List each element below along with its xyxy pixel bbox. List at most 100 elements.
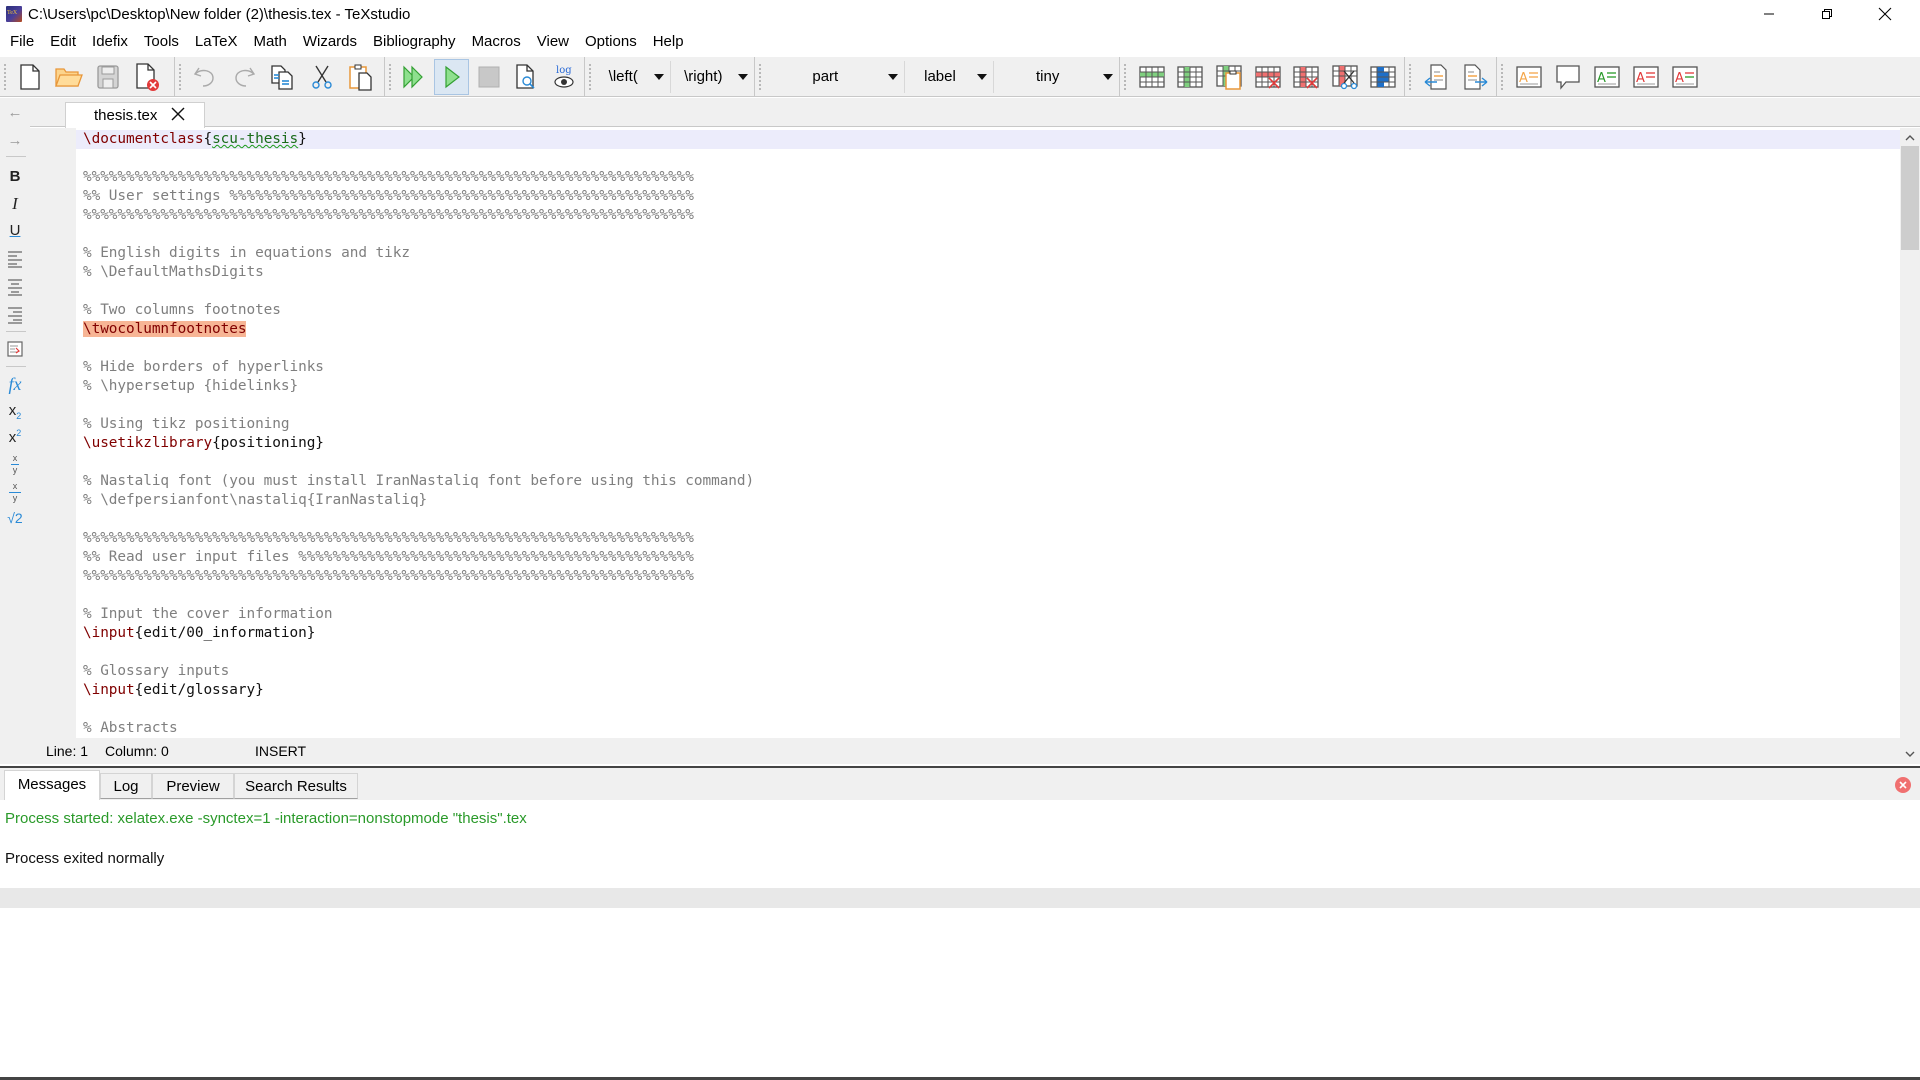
code-line[interactable]: %% Read user input files %%%%%%%%%%%%%%%… (76, 548, 1900, 567)
tab-log[interactable]: Log (100, 773, 152, 799)
font-size-select[interactable]: tiny (994, 61, 1119, 93)
code-line[interactable]: % Hide borders of hyperlinks (76, 358, 1900, 377)
code-line[interactable] (76, 643, 1900, 662)
display-fraction-button[interactable]: x y (0, 482, 30, 503)
code-line[interactable]: % Input the cover information (76, 605, 1900, 624)
insert-mode-indicator[interactable]: INSERT (255, 743, 306, 759)
forward-arrow-button[interactable]: → (0, 132, 30, 149)
tab-thesis-tex[interactable]: thesis.tex (65, 102, 205, 128)
review-delete-button[interactable]: A (1628, 59, 1664, 95)
reference-select[interactable]: label (905, 60, 995, 93)
scrollbar-thumb[interactable] (1901, 146, 1919, 250)
code-line[interactable] (76, 700, 1900, 719)
editor-vertical-scrollbar[interactable] (1900, 128, 1920, 764)
undo-button[interactable] (187, 59, 223, 95)
code-line[interactable]: \usetikzlibrary{positioning} (76, 434, 1900, 453)
open-file-button[interactable] (51, 59, 87, 95)
code-line[interactable]: % \hypersetup {hidelinks} (76, 377, 1900, 396)
align-right-button[interactable] (0, 306, 30, 328)
fraction-button[interactable]: x y (0, 454, 30, 475)
close-file-button[interactable] (129, 59, 165, 95)
restore-button[interactable] (1804, 0, 1850, 28)
view-log-button[interactable]: log (547, 59, 581, 95)
bold-button[interactable]: B (0, 168, 30, 185)
code-line[interactable]: %%%%%%%%%%%%%%%%%%%%%%%%%%%%%%%%%%%%%%%%… (76, 529, 1900, 548)
code-line[interactable] (76, 225, 1900, 244)
code-line[interactable]: % Glossary inputs (76, 662, 1900, 681)
review-comment-button[interactable] (1550, 59, 1586, 95)
add-row-button[interactable] (1134, 59, 1170, 95)
stop-button[interactable] (472, 59, 506, 95)
code-line[interactable] (76, 453, 1900, 472)
menu-wizards[interactable]: Wizards (297, 30, 367, 54)
paste-column-button[interactable] (1211, 59, 1247, 95)
align-columns-button[interactable] (1365, 59, 1401, 95)
tab-messages[interactable]: Messages (4, 770, 100, 800)
align-left-button[interactable] (0, 250, 30, 272)
code-line[interactable]: %%%%%%%%%%%%%%%%%%%%%%%%%%%%%%%%%%%%%%%%… (76, 206, 1900, 225)
review-insert-button[interactable]: A (1511, 59, 1547, 95)
code-line[interactable] (76, 586, 1900, 605)
menu-latex[interactable]: LaTeX (189, 30, 248, 54)
build-and-view-button[interactable] (397, 59, 431, 95)
code-line[interactable]: \twocolumnfootnotes (76, 320, 1900, 339)
code-line[interactable] (76, 339, 1900, 358)
menu-tools[interactable]: Tools (138, 30, 189, 54)
code-line[interactable] (76, 510, 1900, 529)
previous-mark-button[interactable] (1419, 59, 1455, 95)
superscript-button[interactable]: x2 (0, 428, 30, 446)
cut-button[interactable] (304, 59, 340, 95)
close-tab-button[interactable] (171, 107, 185, 125)
code-line[interactable]: % \DefaultMathsDigits (76, 263, 1900, 282)
remove-column-button[interactable] (1288, 59, 1324, 95)
copy-button[interactable] (265, 59, 301, 95)
scroll-up-button[interactable] (1900, 130, 1920, 146)
next-mark-button[interactable] (1458, 59, 1494, 95)
code-line[interactable]: \input{edit/glossary} (76, 681, 1900, 700)
code-line[interactable]: % Nastaliq font (you must install IranNa… (76, 472, 1900, 491)
menu-bibliography[interactable]: Bibliography (367, 30, 466, 54)
view-pdf-button[interactable] (509, 59, 543, 95)
scroll-down-button[interactable] (1900, 746, 1920, 762)
code-line[interactable]: %%%%%%%%%%%%%%%%%%%%%%%%%%%%%%%%%%%%%%%%… (76, 567, 1900, 586)
menu-edit[interactable]: Edit (44, 30, 86, 54)
close-panel-button[interactable] (1895, 777, 1911, 793)
menu-macros[interactable]: Macros (466, 30, 531, 54)
newline-button[interactable] (0, 340, 30, 362)
menu-math[interactable]: Math (247, 30, 296, 54)
italic-button[interactable]: I (0, 194, 30, 214)
left-delimiter-select[interactable]: \left( (595, 60, 671, 93)
menu-file[interactable]: File (4, 30, 44, 54)
math-function-button[interactable]: fx (0, 374, 30, 395)
subscript-button[interactable]: x2 (0, 402, 30, 421)
code-line[interactable]: % Abstracts (76, 719, 1900, 738)
tab-search-results[interactable]: Search Results (234, 773, 358, 799)
review-add-button[interactable]: A (1589, 59, 1625, 95)
add-column-button[interactable] (1173, 59, 1209, 95)
back-arrow-button[interactable]: ← (0, 104, 30, 121)
cut-column-button[interactable] (1327, 59, 1363, 95)
code-line[interactable]: %% User settings %%%%%%%%%%%%%%%%%%%%%%%… (76, 187, 1900, 206)
menu-view[interactable]: View (531, 30, 579, 54)
minimize-button[interactable] (1746, 0, 1792, 28)
code-line[interactable] (76, 396, 1900, 415)
code-line[interactable]: %%%%%%%%%%%%%%%%%%%%%%%%%%%%%%%%%%%%%%%%… (76, 168, 1900, 187)
code-line[interactable]: % English digits in equations and tikz (76, 244, 1900, 263)
new-file-button[interactable] (12, 59, 48, 95)
menu-idefix[interactable]: Idefix (86, 30, 138, 54)
save-button[interactable] (90, 59, 126, 95)
paste-button[interactable] (343, 59, 379, 95)
tab-preview[interactable]: Preview (152, 773, 234, 799)
right-delimiter-select[interactable]: \right) (671, 61, 754, 93)
review-replace-button[interactable]: A (1667, 59, 1703, 95)
underline-button[interactable]: U (0, 222, 30, 239)
code-editor[interactable]: \documentclass{scu-thesis}%%%%%%%%%%%%%%… (76, 128, 1900, 738)
code-line[interactable] (76, 282, 1900, 301)
close-window-button[interactable] (1862, 0, 1908, 28)
menu-help[interactable]: Help (647, 30, 694, 54)
code-line[interactable]: \input{edit/00_information} (76, 624, 1900, 643)
square-root-button[interactable]: √2 (0, 510, 30, 526)
redo-button[interactable] (226, 59, 262, 95)
remove-row-button[interactable] (1250, 59, 1286, 95)
code-line[interactable]: % Two columns footnotes (76, 301, 1900, 320)
